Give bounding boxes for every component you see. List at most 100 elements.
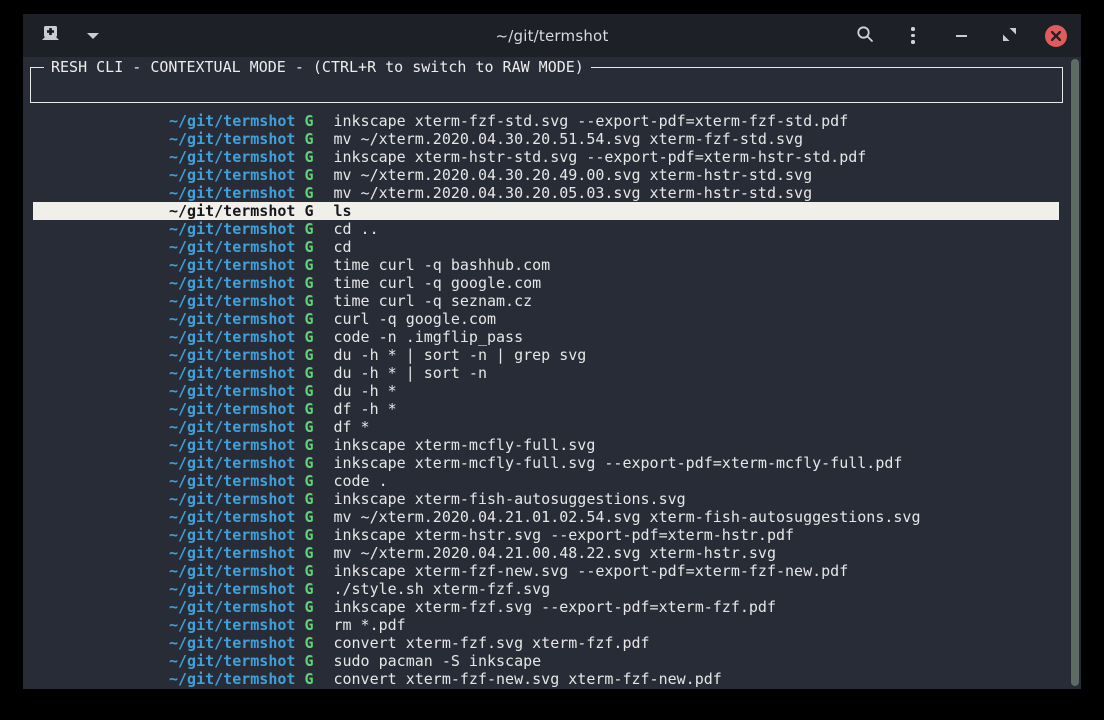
history-row-tag: G [304, 184, 313, 202]
history-row-path: ~/git/termshot [169, 526, 295, 544]
history-row-command: convert xterm-fzf-new.svg xterm-fzf-new.… [333, 670, 721, 688]
minimize-button[interactable] [949, 24, 973, 48]
history-row-tag: G [304, 130, 313, 148]
history-row[interactable]: ~/git/termshotGcurl -q google.com [33, 310, 1059, 328]
history-row-command: mv ~/xterm.2020.04.30.20.51.54.svg xterm… [333, 130, 803, 148]
history-row-command: inkscape xterm-fzf.svg --export-pdf=xter… [333, 598, 776, 616]
history-row[interactable]: ~/git/termshotGls [33, 202, 1059, 220]
history-row-path: ~/git/termshot [169, 292, 295, 310]
history-row-tag: G [304, 382, 313, 400]
history-row-path: ~/git/termshot [169, 148, 295, 166]
history-row-path: ~/git/termshot [169, 256, 295, 274]
history-row-path: ~/git/termshot [169, 472, 295, 490]
history-row[interactable]: ~/git/termshotGinkscape xterm-fzf.svg --… [33, 598, 1059, 616]
terminal-screen[interactable]: RESH CLI - CONTEXTUAL MODE - (CTRL+R to … [23, 57, 1081, 689]
history-row[interactable]: ~/git/termshot Gcode -n .imgflip_pass [33, 328, 1059, 346]
history-row[interactable]: ~/git/termshotGinkscape xterm-hstr-std.s… [33, 148, 1059, 166]
history-row-tag: G [304, 472, 313, 490]
history-row[interactable]: ~/git/termshotGcd [33, 238, 1059, 256]
history-row-tag: G [304, 454, 313, 472]
history-row-command: ./style.sh xterm-fzf.svg [333, 580, 550, 598]
history-row-tag: G [304, 526, 313, 544]
history-row-tag: G [304, 166, 313, 184]
history-row-tag: G [304, 598, 313, 616]
history-row[interactable]: ~/git/termshot Gtime curl -q google.com [33, 274, 1059, 292]
history-row-path: ~/git/termshot [169, 382, 295, 400]
history-row[interactable]: ~/git/termshotGmv ~/xterm.2020.04.21.01.… [33, 508, 1059, 526]
history-row[interactable]: ~/git/termshotGconvert xterm-fzf-new.svg… [33, 670, 1059, 688]
history-row[interactable]: ~/git/termshot Gdu -h * [33, 382, 1059, 400]
history-row[interactable]: ~/git/termshotGinkscape xterm-fish-autos… [33, 490, 1059, 508]
menu-button[interactable] [901, 24, 925, 48]
history-row[interactable]: ~/git/termshotGdf -h * [33, 400, 1059, 418]
history-row-tag: G [304, 490, 313, 508]
history-row[interactable]: ~/git/termshotGtime curl -q bashhub.com [33, 256, 1059, 274]
history-row[interactable]: ~/git/termshotGdu -h * | sort -n | grep … [33, 346, 1059, 364]
history-row-tag: G [304, 310, 313, 328]
history-row[interactable]: ~/git/termshotGsudo pacman -S inkscape [33, 652, 1059, 670]
close-button[interactable] [1045, 25, 1067, 47]
history-row-tag: G [304, 148, 313, 166]
history-row-path: ~/git/termshot [169, 328, 295, 346]
search-input[interactable] [35, 74, 1058, 100]
history-row[interactable]: ~/git/termshotGmv ~/xterm.2020.04.30.20.… [33, 184, 1059, 202]
history-row-tag: G [304, 112, 313, 130]
history-row[interactable]: ~/git/termshotGmv ~/xterm.2020.04.30.20.… [33, 130, 1059, 148]
history-row-command: inkscape xterm-mcfly-full.svg [333, 436, 595, 454]
history-row-path: ~/git/termshot [169, 670, 295, 688]
history-row-command: code -n .imgflip_pass [333, 328, 523, 346]
titlebar[interactable]: ~/git/termshot [23, 14, 1081, 57]
history-row[interactable]: ~/git/termshotGrm *.pdf [33, 616, 1059, 634]
history-row-tag: G [304, 220, 313, 238]
history-row-command: time curl -q google.com [333, 274, 541, 292]
history-row-tag: G [304, 580, 313, 598]
history-row-path: ~/git/termshot [169, 544, 295, 562]
restore-icon [1003, 26, 1016, 45]
scrollbar-thumb[interactable] [1071, 59, 1079, 686]
history-row[interactable]: ~/git/termshot Gmv ~/xterm.2020.04.30.20.… [33, 166, 1059, 184]
history-row[interactable]: ~/git/termshotGconvert xterm-fzf.svg xte… [33, 634, 1059, 652]
search-icon [856, 25, 874, 47]
history-row-command: du -h * [333, 382, 396, 400]
history-row-command: mv ~/xterm.2020.04.30.20.49.00.svg xterm… [333, 166, 812, 184]
history-row-command: cd [333, 238, 351, 256]
restore-button[interactable] [997, 24, 1021, 48]
history-row-command: curl -q google.com [333, 310, 496, 328]
history-row-command: df * [333, 418, 369, 436]
history-row[interactable]: ~/git/termshot Gtime curl -q seznam.cz [33, 292, 1059, 310]
history-row-command: du -h * | sort -n [333, 364, 487, 382]
history-row[interactable]: ~/git/termshotGmv ~/xterm.2020.04.21.00.… [33, 544, 1059, 562]
history-row-path: ~/git/termshot [169, 364, 295, 382]
history-row[interactable]: ~/git/termshot Gdu -h * | sort -n [33, 364, 1059, 382]
history-row[interactable]: ~/git/termshotGinkscape xterm-mcfly-full… [33, 454, 1059, 472]
history-row-tag: G [304, 634, 313, 652]
history-row[interactable]: ~/git/termshotGdf * [33, 418, 1059, 436]
history-row[interactable]: ~/git/termshotGinkscape xterm-hstr.svg -… [33, 526, 1059, 544]
history-row-tag: G [304, 562, 313, 580]
history-row-path: ~/git/termshot [169, 184, 295, 202]
history-row-command: time curl -q seznam.cz [333, 292, 532, 310]
history-row-command: rm *.pdf [333, 616, 405, 634]
history-row-path: ~/git/termshot [169, 454, 295, 472]
history-row-command: convert xterm-fzf.svg xterm-fzf.pdf [333, 634, 649, 652]
history-row-tag: G [304, 346, 313, 364]
history-row[interactable]: ~/git/termshotGcd .. [33, 220, 1059, 238]
history-row[interactable]: ~/git/termshot Ginkscape xterm-fzf-std.sv… [33, 112, 1059, 130]
history-row-path: ~/git/termshot [169, 112, 295, 130]
history-row[interactable]: ~/git/termshotGinkscape xterm-mcfly-full… [33, 436, 1059, 454]
history-row-path: ~/git/termshot [169, 202, 295, 220]
history-row[interactable]: ~/git/termshotG./style.sh xterm-fzf.svg [33, 580, 1059, 598]
history-row[interactable]: ~/git/termshotGinkscape xterm-fzf-new.sv… [33, 562, 1059, 580]
history-row-path: ~/git/termshot [169, 274, 295, 292]
history-row-command: mv ~/xterm.2020.04.21.01.02.54.svg xterm… [333, 508, 920, 526]
history-row-tag: G [304, 328, 313, 346]
history-row[interactable]: ~/git/termshotGcode . [33, 472, 1059, 490]
history-row-command: inkscape xterm-fzf-std.svg --export-pdf=… [333, 112, 848, 130]
history-row-command: inkscape xterm-fzf-new.svg --export-pdf=… [333, 562, 848, 580]
history-row-tag: G [304, 364, 313, 382]
history-row-path: ~/git/termshot [169, 166, 295, 184]
history-row-tag: G [304, 292, 313, 310]
search-button[interactable] [853, 24, 877, 48]
history-row-tag: G [304, 274, 313, 292]
history-row-path: ~/git/termshot [169, 238, 295, 256]
